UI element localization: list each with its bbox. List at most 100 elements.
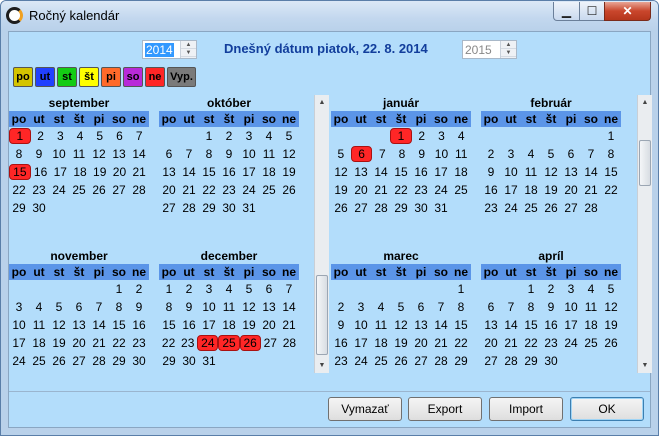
day-cell[interactable]: 15 xyxy=(109,317,129,333)
day-cell[interactable]: 20 xyxy=(110,164,130,180)
scrollbar-right[interactable]: ▲ ▼ xyxy=(637,95,652,373)
day-cell[interactable]: 14 xyxy=(581,164,601,180)
day-cell[interactable]: 6 xyxy=(561,146,581,162)
day-cell[interactable]: 12 xyxy=(89,146,109,162)
day-cell[interactable]: 16 xyxy=(331,335,351,351)
day-cell[interactable]: 14 xyxy=(279,299,299,315)
day-cell[interactable]: 20 xyxy=(159,182,179,198)
scroll-down-icon[interactable]: ▼ xyxy=(315,358,329,373)
year-left-down-icon[interactable]: ▼ xyxy=(181,49,196,57)
day-cell[interactable]: 4 xyxy=(581,281,601,297)
day-cell[interactable]: 25 xyxy=(218,335,240,351)
day-cell[interactable]: 20 xyxy=(481,335,501,351)
day-cell[interactable]: 13 xyxy=(481,317,501,333)
legend-day-7[interactable]: ne xyxy=(145,67,165,87)
day-cell[interactable]: 29 xyxy=(9,200,29,216)
day-cell[interactable]: 12 xyxy=(239,299,259,315)
day-cell[interactable]: 1 xyxy=(390,128,412,144)
day-cell[interactable]: 18 xyxy=(259,164,279,180)
day-cell[interactable]: 10 xyxy=(49,146,69,162)
day-cell[interactable]: 27 xyxy=(561,200,581,216)
day-cell[interactable]: 29 xyxy=(109,353,129,369)
day-cell[interactable]: 16 xyxy=(179,317,199,333)
day-cell[interactable]: 8 xyxy=(601,146,621,162)
day-cell[interactable]: 8 xyxy=(109,299,129,315)
day-cell[interactable]: 29 xyxy=(521,353,541,369)
day-cell[interactable]: 5 xyxy=(331,146,351,162)
day-cell[interactable]: 8 xyxy=(392,146,412,162)
day-cell[interactable]: 9 xyxy=(219,146,239,162)
day-cell[interactable]: 11 xyxy=(451,146,471,162)
day-cell[interactable]: 13 xyxy=(351,164,371,180)
day-cell[interactable]: 21 xyxy=(129,164,149,180)
day-cell[interactable]: 15 xyxy=(601,164,621,180)
year-left-arrows[interactable]: ▲ ▼ xyxy=(180,41,196,58)
year-right-down-icon[interactable]: ▼ xyxy=(501,49,516,57)
day-cell[interactable]: 18 xyxy=(70,164,90,180)
day-cell[interactable]: 30 xyxy=(219,200,239,216)
day-cell[interactable]: 14 xyxy=(371,164,391,180)
day-cell[interactable]: 27 xyxy=(69,353,89,369)
day-cell[interactable]: 24 xyxy=(239,182,259,198)
day-cell[interactable]: 16 xyxy=(129,317,149,333)
day-cell[interactable]: 2 xyxy=(179,281,199,297)
day-cell[interactable]: 2 xyxy=(481,146,501,162)
day-cell[interactable]: 5 xyxy=(601,281,621,297)
day-cell[interactable]: 22 xyxy=(109,335,129,351)
day-cell[interactable]: 3 xyxy=(351,299,371,315)
day-cell[interactable]: 12 xyxy=(391,317,411,333)
day-cell[interactable]: 5 xyxy=(279,128,299,144)
day-cell[interactable]: 6 xyxy=(110,128,130,144)
day-cell[interactable]: 29 xyxy=(159,353,179,369)
day-cell[interactable]: 16 xyxy=(219,164,239,180)
day-cell[interactable]: 27 xyxy=(481,353,501,369)
day-cell[interactable]: 6 xyxy=(350,146,373,162)
day-cell[interactable]: 18 xyxy=(371,335,391,351)
day-cell[interactable]: 2 xyxy=(219,128,239,144)
legend-holiday[interactable]: Vyp. xyxy=(167,67,196,87)
day-cell[interactable]: 27 xyxy=(351,200,371,216)
day-cell[interactable]: 2 xyxy=(541,281,561,297)
legend-day-1[interactable]: po xyxy=(13,67,33,87)
day-cell[interactable]: 18 xyxy=(451,164,471,180)
day-cell[interactable]: 10 xyxy=(561,299,581,315)
day-cell[interactable]: 1 xyxy=(451,281,471,297)
day-cell[interactable]: 15 xyxy=(391,164,411,180)
day-cell[interactable]: 9 xyxy=(481,164,501,180)
day-cell[interactable]: 26 xyxy=(541,200,561,216)
clear-button[interactable]: Vymazať xyxy=(328,397,402,421)
day-cell[interactable]: 6 xyxy=(411,299,431,315)
day-cell[interactable]: 8 xyxy=(159,299,179,315)
day-cell[interactable]: 22 xyxy=(9,182,29,198)
day-cell[interactable]: 2 xyxy=(129,281,149,297)
day-cell[interactable]: 14 xyxy=(89,317,109,333)
day-cell[interactable]: 9 xyxy=(331,317,351,333)
day-cell[interactable]: 28 xyxy=(371,200,391,216)
day-cell[interactable]: 9 xyxy=(412,146,432,162)
day-cell[interactable]: 21 xyxy=(501,335,521,351)
day-cell[interactable]: 28 xyxy=(501,353,521,369)
day-cell[interactable]: 4 xyxy=(521,146,541,162)
day-cell[interactable]: 4 xyxy=(219,281,239,297)
day-cell[interactable]: 15 xyxy=(521,317,541,333)
day-cell[interactable]: 8 xyxy=(451,299,471,315)
day-cell[interactable]: 7 xyxy=(581,146,601,162)
day-cell[interactable]: 7 xyxy=(372,146,392,162)
day-cell[interactable]: 26 xyxy=(279,182,299,198)
day-cell[interactable]: 14 xyxy=(179,164,199,180)
day-cell[interactable]: 22 xyxy=(521,335,541,351)
day-cell[interactable]: 15 xyxy=(159,317,179,333)
day-cell[interactable]: 14 xyxy=(431,317,451,333)
day-cell[interactable]: 13 xyxy=(109,146,129,162)
day-cell[interactable]: 23 xyxy=(29,182,49,198)
day-cell[interactable]: 25 xyxy=(581,335,601,351)
year-left-value[interactable]: 2014 xyxy=(145,43,174,57)
day-cell[interactable]: 1 xyxy=(521,281,541,297)
day-cell[interactable]: 10 xyxy=(239,146,259,162)
day-cell[interactable]: 1 xyxy=(199,128,219,144)
day-cell[interactable]: 6 xyxy=(159,146,179,162)
day-cell[interactable]: 24 xyxy=(351,353,371,369)
ok-button[interactable]: OK xyxy=(570,397,644,421)
day-cell[interactable]: 19 xyxy=(331,182,351,198)
maximize-button[interactable]: ☐ xyxy=(579,2,605,21)
